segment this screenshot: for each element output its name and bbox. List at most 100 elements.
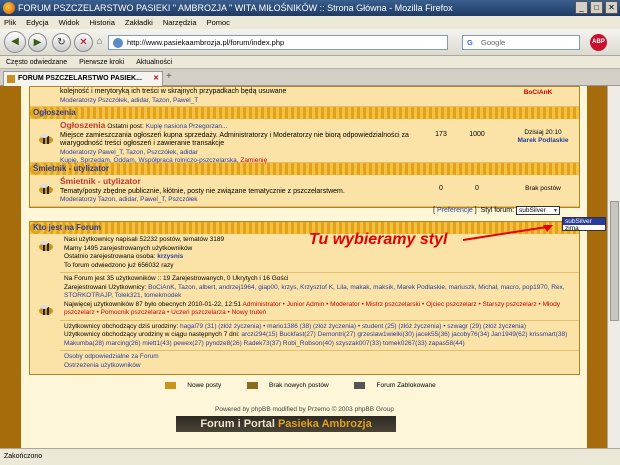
close-button[interactable]: ✕ (605, 1, 618, 14)
new-tab-button[interactable]: + (166, 71, 172, 82)
forum-desc: Tematy/posty zbędne publicznie, kłótnie,… (60, 187, 345, 195)
scrollbar-thumb[interactable] (610, 201, 619, 321)
url-text: http://www.pasiekaambrozja.pl/forum/inde… (127, 38, 285, 47)
banner-left: Forum i Portal (200, 418, 275, 430)
posts-count: 0 (475, 185, 479, 192)
window-titlebar: FORUM PSZCZELARSTWO PASIEKI " AMBROZJA "… (0, 0, 620, 16)
last-post-user[interactable]: Marek Podlaskie (500, 137, 586, 145)
status-text: Zakończono (4, 453, 43, 460)
forum-page: kolejność i merytoryką ich treści w skra… (21, 86, 606, 448)
search-placeholder: Google (481, 38, 506, 47)
subforum-link[interactable]: Sprzedam (80, 157, 110, 164)
reload-button[interactable]: ↻ (52, 33, 71, 52)
forum-icon-legend: Nowe posty Brak nowych postów Forum Zabl… (29, 382, 580, 389)
menu-bookmarks[interactable]: Zakładki (125, 16, 153, 29)
last-post-user[interactable]: BoCiAnK (524, 89, 553, 96)
minimize-button[interactable]: _ (575, 1, 588, 14)
bookmark-getting-started[interactable]: Pierwsze kroki (79, 56, 124, 68)
online-block: Na Forum jest 35 użytkowników :: 19 Zare… (60, 273, 579, 321)
subforum-link[interactable]: Kupię (60, 157, 77, 164)
forum-title-link[interactable]: Śmietnik - utylizator (60, 176, 141, 186)
mods-label: Moderatorzy (60, 196, 97, 203)
bee-icon (39, 305, 53, 315)
forum-row-partial: kolejność i merytoryką ich treści w skra… (30, 87, 579, 107)
bee-icon (39, 134, 53, 144)
mods-list[interactable]: Tazon, adidar, Pawel_T, Pszczółek (98, 196, 198, 203)
menu-help[interactable]: Pomoc (207, 16, 230, 29)
annotation-arrow-icon (462, 225, 553, 241)
url-bar[interactable]: http://www.pasiekaambrozja.pl/forum/inde… (108, 35, 549, 50)
status-bar: Zakończono (0, 448, 620, 465)
menu-view[interactable]: Widok (59, 16, 80, 29)
stats-newest-label: Ostatnio zarejestrowana osoba: (64, 253, 156, 260)
search-box[interactable]: G Google (462, 35, 580, 50)
staff-link[interactable]: Osoby odpowiedzialne za Forum (64, 353, 575, 362)
legend-no-new: Brak nowych postów (269, 382, 329, 390)
back-button[interactable]: ◀ (4, 31, 26, 53)
forum-title-link[interactable]: Ogłoszenia (60, 120, 105, 130)
forward-button[interactable]: ▶ (28, 33, 47, 52)
page-viewport: kolejność i merytoryką ich treści w skra… (0, 86, 607, 448)
stats-visits: To forum odwiedzono już 656032 razy (64, 261, 174, 269)
mods-label: Moderatorzy (60, 148, 97, 156)
warnings-link[interactable]: Ostrzeżenia użytkowników (64, 362, 575, 371)
style-select-value: subSilver (519, 206, 546, 214)
no-new-posts-icon (247, 382, 259, 389)
last-post-date: Dzisiaj 20:10 (524, 129, 562, 136)
adblock-icon[interactable]: ABP (590, 34, 607, 51)
posts-count: 1000 (469, 131, 485, 138)
category-header[interactable]: Ogłoszenia (30, 107, 579, 119)
style-option[interactable]: subSilver (563, 218, 605, 225)
new-posts-icon (165, 382, 177, 389)
footer-banner[interactable]: Forum i Portal Pasieka Ambrozja (176, 416, 396, 432)
links-block: Osoby odpowiedzialne za Forum Ostrzeżeni… (60, 351, 579, 372)
bday-today-label: Użytkownicy obchodzący dziś urodziny: (64, 322, 179, 330)
favicon-icon (7, 75, 15, 83)
forum-desc: kolejność i merytoryką ich treści w skra… (60, 88, 287, 95)
preferences-link[interactable]: Preferencje (437, 207, 473, 214)
firefox-icon (3, 2, 15, 14)
bee-icon (39, 241, 53, 251)
vertical-scrollbar[interactable] (607, 86, 620, 448)
topics-count: 173 (435, 131, 447, 138)
menu-history[interactable]: Historia (89, 16, 114, 29)
last-post-link[interactable]: Kupię nasiona Przegorzan... (146, 123, 228, 130)
style-option[interactable]: zima (563, 225, 605, 232)
style-bar: [ Preferencje ] Styl forum: subSilver (29, 205, 580, 217)
bookmark-news[interactable]: Aktualności (136, 56, 172, 68)
forum-row-smietnik: Śmietnik - utylizator Tematy/posty zbędn… (30, 175, 579, 207)
bookmark-most-visited[interactable]: Często odwiedzane (6, 56, 67, 68)
subforum-link[interactable]: Oddam (114, 157, 135, 164)
last-post-none: Brak postów (525, 185, 561, 192)
maximize-button[interactable]: □ (590, 1, 603, 14)
who-is-online-panel: Kto jest na Forum Nasi użytkownicy napis… (29, 221, 580, 375)
bee-icon (39, 184, 53, 194)
mods-list[interactable]: Pawel_T, Tazon, Pszczółek, adidar (98, 149, 198, 156)
forum-desc: Miejsce zamieszczania ogłoszeń kupna spr… (60, 131, 409, 148)
mods-list[interactable]: Pszczółek, adidar, Tazon, Pawel_T (98, 97, 198, 104)
powered-by: Powered by phpBB modified by Przemo © 20… (215, 406, 394, 413)
menu-edit[interactable]: Edycja (26, 16, 49, 29)
subforum-link[interactable]: Zamienię (240, 157, 267, 164)
google-icon: G (467, 38, 473, 47)
site-identity-icon[interactable] (113, 38, 123, 48)
menu-file[interactable]: Plik (4, 16, 16, 29)
locked-forum-icon (354, 382, 366, 389)
window-title: FORUM PSZCZELARSTWO PASIEKI " AMBROZJA "… (18, 3, 453, 13)
forum-table: kolejność i merytoryką ich treści w skra… (29, 86, 580, 208)
subforum-link[interactable]: Współpraca rolniczo-pszczelarska (138, 157, 236, 164)
navigation-toolbar: ◀ ▶ ↻ ✕ ⌂ http://www.pasiekaambrozja.pl/… (0, 29, 620, 56)
tab-close-icon[interactable]: ✕ (153, 72, 159, 86)
bday-today-users[interactable]: hagal79 (31) (złóż życzenia) • mario1386… (180, 323, 526, 330)
mods-label: Moderatorzy (60, 96, 97, 104)
online-label: Zarejestrowani Użytkownicy: (64, 283, 147, 291)
home-button[interactable]: ⌂ (90, 33, 109, 52)
menu-tools[interactable]: Narzędzia (163, 16, 197, 29)
newest-user-link[interactable]: krzysnis (157, 253, 183, 260)
style-select[interactable]: subSilver (516, 205, 560, 215)
online-record: Najwięcej użytkowników 87 było obecnych … (64, 300, 242, 308)
menu-bar: Plik Edycja Widok Historia Zakładki Narz… (0, 16, 620, 29)
legend-locked: Forum Zablokowane (376, 382, 436, 390)
tab-forum[interactable]: FORUM PSZCZELARSTWO PASIEK... ✕ (3, 71, 163, 86)
annotation-text: Tu wybieramy styl (309, 231, 448, 248)
